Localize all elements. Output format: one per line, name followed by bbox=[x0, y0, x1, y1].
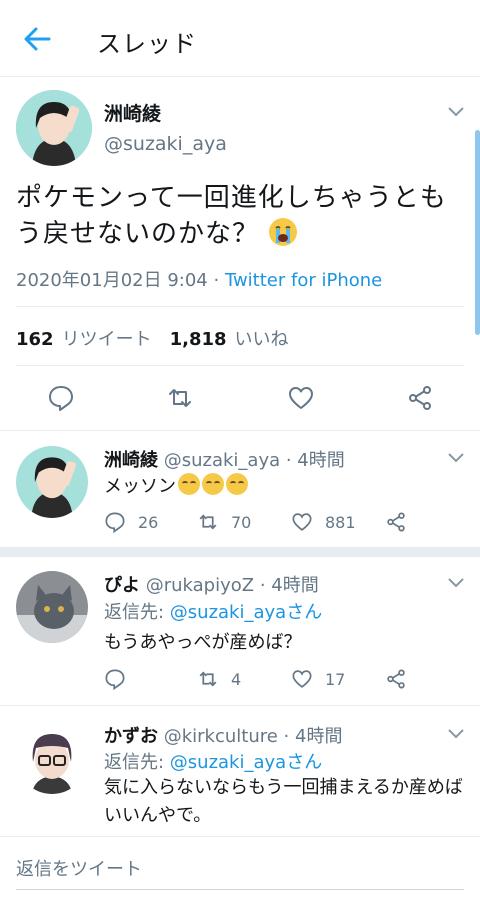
retweet-count[interactable]: 162 bbox=[16, 329, 54, 350]
reply-text: メッソン bbox=[104, 472, 248, 498]
retweet-count: 4 bbox=[231, 669, 242, 689]
like-icon bbox=[292, 513, 312, 531]
reply-author-name[interactable]: ぴよ bbox=[104, 575, 140, 596]
divider bbox=[16, 365, 464, 366]
chevron-down-icon[interactable] bbox=[447, 452, 465, 464]
reply-header: 洲崎綾 @suzaki_aya · 4時間 bbox=[104, 446, 345, 472]
avatar-illustration bbox=[16, 446, 88, 518]
scrollbar[interactable] bbox=[475, 130, 480, 335]
tweet-text: ポケモンって一回進化しちゃうともう戻せないのかな？ bbox=[16, 183, 447, 249]
page-title: スレッド bbox=[97, 30, 197, 58]
crying-emoji-icon bbox=[269, 218, 298, 246]
reply-action-share[interactable] bbox=[385, 667, 419, 691]
reply-icon bbox=[105, 512, 125, 533]
app-header: スレッド bbox=[0, 0, 480, 77]
reply-author-name[interactable]: かずお bbox=[104, 726, 158, 747]
avatar-illustration bbox=[16, 90, 92, 166]
avatar[interactable] bbox=[16, 722, 88, 794]
avatar-illustration bbox=[16, 722, 88, 794]
reply-header: ぴよ @rukapiyoZ · 4時間 bbox=[104, 571, 319, 597]
share-icon bbox=[387, 512, 405, 532]
reply-to-label: 返信先: bbox=[104, 602, 170, 623]
divider bbox=[0, 836, 480, 837]
reply-action-share[interactable] bbox=[385, 510, 419, 534]
divider bbox=[0, 430, 480, 431]
reply-icon[interactable] bbox=[47, 384, 75, 412]
like-label[interactable]: いいね bbox=[235, 329, 289, 350]
tweet-date: 2020年01月02日 9:04 · bbox=[16, 270, 225, 291]
section-divider bbox=[0, 547, 480, 557]
relieved-emoji-icon bbox=[226, 473, 248, 495]
avatar[interactable] bbox=[16, 571, 88, 643]
reply-to-handle[interactable]: @suzaki_ayaさん bbox=[170, 752, 322, 773]
reply-handle-time[interactable]: @suzaki_aya · 4時間 bbox=[164, 450, 345, 471]
reply-action-retweet[interactable]: 70 bbox=[197, 510, 251, 534]
like-icon bbox=[292, 670, 312, 688]
avatar[interactable] bbox=[16, 90, 92, 166]
chevron-down-icon[interactable] bbox=[447, 106, 465, 118]
avatar[interactable] bbox=[16, 446, 88, 518]
reply-handle-time[interactable]: @kirkculture · 4時間 bbox=[164, 726, 343, 747]
share-icon bbox=[387, 669, 405, 689]
composer-underline bbox=[16, 889, 464, 890]
author-name[interactable]: 洲崎綾 bbox=[104, 99, 161, 126]
reply-to-line: 返信先: @suzaki_ayaさん bbox=[104, 748, 322, 774]
like-count[interactable]: 1,818 bbox=[170, 329, 227, 350]
author-handle[interactable]: @suzaki_aya bbox=[104, 133, 227, 155]
reply-icon bbox=[105, 669, 125, 690]
tweet-meta: 2020年01月02日 9:04 · Twitter for iPhone bbox=[16, 266, 382, 292]
reply-action-reply[interactable] bbox=[104, 667, 138, 691]
chevron-down-icon[interactable] bbox=[447, 728, 465, 740]
reply-header: かずお @kirkculture · 4時間 bbox=[104, 722, 342, 748]
reply-action-like[interactable]: 17 bbox=[291, 667, 345, 691]
retweet-icon[interactable] bbox=[166, 384, 194, 412]
reply-action-reply[interactable]: 26 bbox=[104, 510, 158, 534]
like-icon[interactable] bbox=[287, 384, 315, 412]
relieved-emoji-icon bbox=[178, 473, 200, 495]
reply-text: もうあやっぺが産めば？ bbox=[104, 632, 302, 653]
reply-to-handle[interactable]: @suzaki_ayaさん bbox=[170, 602, 322, 623]
retweet-icon bbox=[199, 671, 217, 687]
tweet-stats: 162 リツイート 1,818 いいね bbox=[16, 325, 307, 351]
divider bbox=[16, 306, 464, 307]
share-icon[interactable] bbox=[406, 384, 434, 412]
retweet-count: 70 bbox=[231, 512, 252, 532]
divider bbox=[0, 705, 480, 706]
reply-text: 気に入らないならもう一回捕まえるか産めばいいんやで。 bbox=[104, 777, 463, 826]
tweet-source[interactable]: Twitter for iPhone bbox=[225, 270, 382, 291]
like-count: 17 bbox=[325, 669, 346, 689]
retweet-icon bbox=[199, 514, 217, 530]
reply-count: 26 bbox=[138, 512, 159, 532]
reply-action-like[interactable]: 881 bbox=[291, 510, 356, 534]
reply-to-line: 返信先: @suzaki_ayaさん bbox=[104, 598, 322, 624]
back-arrow-icon[interactable] bbox=[22, 24, 52, 54]
like-count: 881 bbox=[325, 512, 356, 532]
chevron-down-icon[interactable] bbox=[447, 577, 465, 589]
cat-photo bbox=[16, 571, 88, 643]
reply-composer-input[interactable]: 返信をツイート bbox=[16, 855, 142, 881]
retweet-label[interactable]: リツイート bbox=[62, 329, 152, 350]
reply-action-retweet[interactable]: 4 bbox=[197, 667, 241, 691]
relieved-emoji-icon bbox=[202, 473, 224, 495]
reply-to-label: 返信先: bbox=[104, 752, 170, 773]
reply-handle-time[interactable]: @rukapiyoZ · 4時間 bbox=[146, 575, 319, 596]
reply-author-name[interactable]: 洲崎綾 bbox=[104, 450, 158, 471]
